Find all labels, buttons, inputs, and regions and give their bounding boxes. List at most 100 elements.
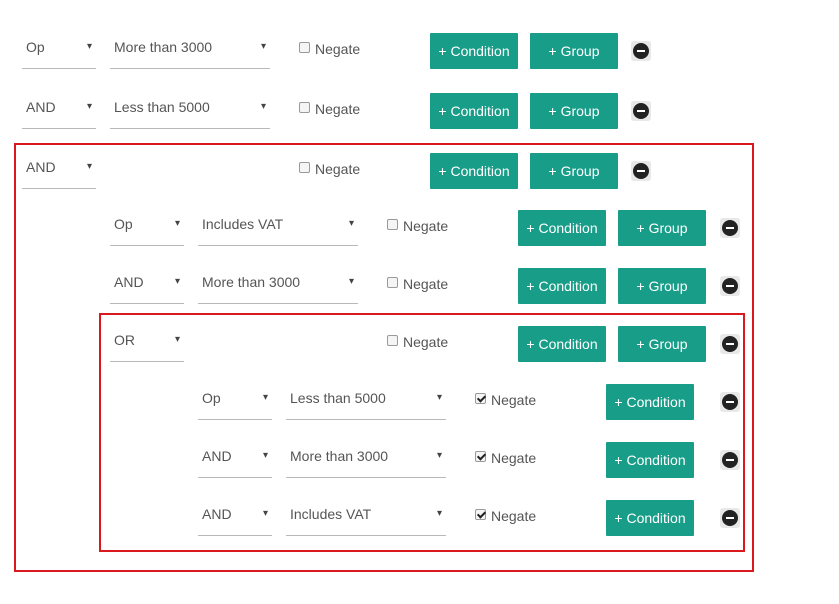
dropdown-arrow-icon: ▾ (348, 218, 354, 229)
remove-circle-icon (633, 163, 649, 179)
condition-row: Op ▾ More than 3000 ▾ Negate + Condition… (0, 31, 839, 71)
negate-label: Negate (403, 334, 449, 350)
value-select[interactable]: Less than 5000 ▾ (286, 384, 446, 420)
operator-select[interactable]: OR ▾ (110, 326, 184, 362)
add-condition-button[interactable]: + Condition (430, 93, 518, 129)
negate-label: Negate (315, 101, 361, 117)
operator-select[interactable]: Op ▾ (198, 384, 272, 420)
dropdown-arrow-icon: ▾ (260, 101, 266, 112)
value-select[interactable]: Less than 5000 ▾ (110, 93, 270, 129)
value-select[interactable]: Includes VAT ▾ (286, 500, 446, 536)
remove-button[interactable] (720, 334, 740, 354)
negate-checkbox[interactable] (475, 509, 486, 520)
value-label: More than 3000 (290, 448, 389, 464)
negate-label: Negate (403, 218, 449, 234)
negate-label: Negate (491, 392, 537, 408)
add-condition-button[interactable]: + Condition (606, 442, 694, 478)
negate-checkbox[interactable] (387, 277, 398, 288)
dropdown-arrow-icon: ▾ (174, 334, 180, 345)
remove-button[interactable] (720, 218, 740, 238)
remove-button[interactable] (631, 161, 651, 181)
condition-row: AND ▾ More than 3000 ▾ Negate + Conditio… (0, 266, 839, 306)
value-label: More than 3000 (114, 39, 213, 55)
remove-circle-icon (633, 103, 649, 119)
add-group-button[interactable]: + Group (530, 33, 618, 69)
negate-checkbox[interactable] (299, 102, 310, 113)
value-select[interactable]: More than 3000 ▾ (198, 268, 358, 304)
remove-circle-icon (722, 394, 738, 410)
remove-button[interactable] (631, 101, 651, 121)
value-label: Includes VAT (290, 506, 372, 522)
value-label: More than 3000 (202, 274, 301, 290)
dropdown-arrow-icon: ▾ (174, 276, 180, 287)
dropdown-arrow-icon: ▾ (86, 161, 92, 172)
value-label: Includes VAT (202, 216, 284, 232)
dropdown-arrow-icon: ▾ (436, 450, 442, 461)
negate-label: Negate (491, 508, 537, 524)
negate-checkbox[interactable] (475, 451, 486, 462)
add-condition-button[interactable]: + Condition (430, 153, 518, 189)
operator-select[interactable]: AND ▾ (198, 500, 272, 536)
remove-button[interactable] (720, 450, 740, 470)
negate-label: Negate (491, 450, 537, 466)
operator-label: AND (26, 159, 56, 175)
operator-select[interactable]: AND ▾ (110, 268, 184, 304)
negate-label: Negate (315, 41, 361, 57)
condition-row: Op ▾ Includes VAT ▾ Negate + Condition +… (0, 208, 839, 248)
operator-select[interactable]: AND ▾ (22, 153, 96, 189)
dropdown-arrow-icon: ▾ (262, 392, 268, 403)
remove-button[interactable] (631, 41, 651, 61)
add-condition-button[interactable]: + Condition (430, 33, 518, 69)
operator-label: AND (202, 506, 232, 522)
negate-checkbox[interactable] (387, 219, 398, 230)
dropdown-arrow-icon: ▾ (86, 41, 92, 52)
remove-circle-icon (722, 278, 738, 294)
group-header-row: OR ▾ Negate + Condition + Group (0, 324, 839, 364)
add-group-button[interactable]: + Group (530, 153, 618, 189)
operator-select[interactable]: Op ▾ (110, 210, 184, 246)
remove-circle-icon (722, 510, 738, 526)
remove-button[interactable] (720, 508, 740, 528)
value-label: Less than 5000 (114, 99, 210, 115)
dropdown-arrow-icon: ▾ (436, 508, 442, 519)
operator-label: AND (26, 99, 56, 115)
add-group-button[interactable]: + Group (618, 268, 706, 304)
value-select[interactable]: More than 3000 ▾ (286, 442, 446, 478)
remove-button[interactable] (720, 392, 740, 412)
add-condition-button[interactable]: + Condition (518, 210, 606, 246)
negate-label: Negate (315, 161, 361, 177)
add-group-button[interactable]: + Group (530, 93, 618, 129)
negate-checkbox[interactable] (299, 42, 310, 53)
value-select[interactable]: Includes VAT ▾ (198, 210, 358, 246)
operator-label: Op (202, 390, 221, 406)
operator-select[interactable]: AND ▾ (198, 442, 272, 478)
operator-label: AND (114, 274, 144, 290)
add-condition-button[interactable]: + Condition (518, 326, 606, 362)
dropdown-arrow-icon: ▾ (262, 450, 268, 461)
value-label: Less than 5000 (290, 390, 386, 406)
operator-select[interactable]: AND ▾ (22, 93, 96, 129)
dropdown-arrow-icon: ▾ (260, 41, 266, 52)
dropdown-arrow-icon: ▾ (174, 218, 180, 229)
negate-label: Negate (403, 276, 449, 292)
dropdown-arrow-icon: ▾ (348, 276, 354, 287)
dropdown-arrow-icon: ▾ (86, 101, 92, 112)
value-select[interactable]: More than 3000 ▾ (110, 33, 270, 69)
negate-checkbox[interactable] (387, 335, 398, 346)
negate-checkbox[interactable] (299, 162, 310, 173)
add-group-button[interactable]: + Group (618, 326, 706, 362)
remove-button[interactable] (720, 276, 740, 296)
add-condition-button[interactable]: + Condition (606, 384, 694, 420)
operator-label: Op (26, 39, 45, 55)
add-condition-button[interactable]: + Condition (518, 268, 606, 304)
add-condition-button[interactable]: + Condition (606, 500, 694, 536)
condition-row: AND ▾ More than 3000 ▾ Negate + Conditio… (0, 440, 839, 480)
operator-select[interactable]: Op ▾ (22, 33, 96, 69)
operator-label: Op (114, 216, 133, 232)
condition-row: AND ▾ Less than 5000 ▾ Negate + Conditio… (0, 91, 839, 131)
remove-circle-icon (722, 336, 738, 352)
add-group-button[interactable]: + Group (618, 210, 706, 246)
negate-checkbox[interactable] (475, 393, 486, 404)
remove-circle-icon (633, 43, 649, 59)
dropdown-arrow-icon: ▾ (262, 508, 268, 519)
